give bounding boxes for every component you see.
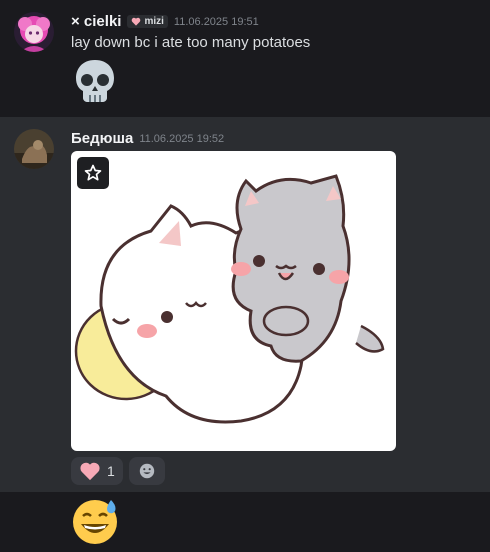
message-1: × cielki mizi 11.06.2025 19:51 lay down … — [0, 0, 490, 117]
heart-icon — [132, 17, 141, 26]
author-name[interactable]: × cielki — [71, 13, 121, 30]
avatar[interactable] — [14, 12, 54, 52]
reaction-count: 1 — [107, 463, 115, 479]
skull-icon[interactable] — [70, 56, 120, 106]
message-2: Бедюша 11.06.2025 19:52 1 — [0, 117, 490, 492]
author-name[interactable]: Бедюша — [71, 130, 133, 147]
reactions-bar: 1 — [71, 457, 165, 485]
sweat-smile-icon[interactable] — [70, 496, 120, 546]
sticker-image[interactable] — [71, 151, 396, 451]
timestamp[interactable]: 11.06.2025 19:52 — [139, 133, 224, 145]
message-3 — [0, 492, 490, 552]
add-reaction-button[interactable] — [128, 457, 165, 485]
star-icon — [84, 164, 102, 181]
reaction-heart[interactable]: 1 — [71, 457, 123, 485]
cat-hug-illustration — [74, 174, 385, 424]
avatar[interactable] — [14, 129, 54, 169]
favorite-button[interactable] — [77, 157, 109, 189]
timestamp[interactable]: 11.06.2025 19:51 — [174, 16, 259, 28]
role-tag[interactable]: mizi — [127, 15, 168, 28]
role-tag-label: mizi — [144, 16, 164, 27]
heart-icon — [80, 462, 100, 481]
message-text: lay down bc i ate too many potatoes — [71, 34, 311, 51]
smiley-icon — [139, 463, 154, 479]
